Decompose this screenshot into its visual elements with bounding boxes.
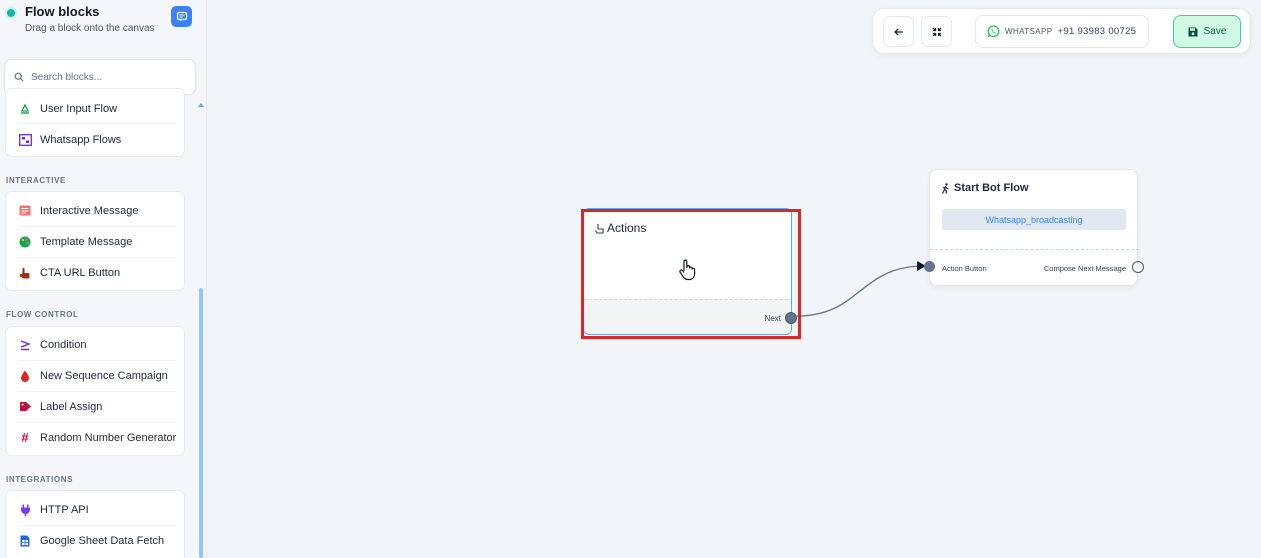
interactive-message-icon [18, 204, 32, 218]
start-node-title: Start Bot Flow [954, 182, 1029, 194]
section-title-integrations: INTEGRATIONS [6, 475, 74, 484]
block-label: Whatsapp Flows [40, 133, 122, 146]
pointer-hand-icon [595, 223, 604, 234]
save-button[interactable]: Save [1173, 15, 1241, 48]
start-node-footer: Action Button Compose Next Message [930, 249, 1139, 287]
search-icon [14, 72, 24, 82]
block-label: Interactive Message [40, 204, 139, 217]
action-button-input-handle[interactable] [924, 261, 935, 272]
block-label: User Input Flow [40, 102, 118, 115]
drop-icon [18, 369, 32, 383]
block-label: Random Number Generator [40, 431, 177, 444]
block-card-general: User Input Flow Whatsapp Flows [5, 88, 185, 157]
block-user-input-flow[interactable]: User Input Flow [6, 93, 186, 124]
spreadsheet-icon [18, 534, 32, 548]
block-label: Google Sheet Data Fetch [40, 534, 165, 547]
chat-icon [176, 11, 187, 21]
block-template-message[interactable]: Template Message [6, 226, 186, 257]
plug-icon [18, 503, 32, 517]
hash-icon: # [21, 430, 29, 445]
sidebar-subtitle: Drag a block onto the canvas [25, 23, 155, 34]
whatsapp-number-pill[interactable]: WHATSAPP +91 93983 00725 [975, 15, 1149, 48]
whatsapp-number: +91 93983 00725 [1057, 26, 1137, 37]
block-random-number-generator[interactable]: # Random Number Generator [6, 422, 186, 453]
running-person-icon [941, 182, 949, 194]
top-toolbar: WHATSAPP +91 93983 00725 Save [872, 8, 1251, 54]
greater-equal-icon [18, 338, 32, 352]
compose-next-message-label: Compose Next Message [1043, 264, 1126, 273]
scrollbar-thumb[interactable] [199, 288, 203, 558]
search-input[interactable] [31, 71, 181, 83]
block-http-api[interactable]: HTTP API [6, 494, 186, 525]
block-label: Template Message [40, 235, 133, 248]
tag-icon [18, 400, 32, 414]
arrow-left-icon [893, 28, 903, 35]
scroll-up-arrow[interactable] [198, 103, 204, 107]
block-label: HTTP API [40, 503, 89, 516]
action-button-input-label: Action Button [942, 264, 987, 273]
block-label: Label Assign [40, 400, 103, 413]
section-title-flow-control: FLOW CONTROL [6, 310, 79, 319]
block-new-sequence-campaign[interactable]: New Sequence Campaign [6, 360, 186, 391]
palette-icon [18, 235, 32, 249]
start-bot-flow-node[interactable]: Start Bot Flow Whatsapp_broadcasting Act… [929, 169, 1139, 287]
block-whatsapp-flows[interactable]: Whatsapp Flows [6, 124, 186, 155]
whatsapp-label: WHATSAPP [1005, 27, 1053, 36]
compress-icon [932, 27, 941, 36]
block-card-integrations: HTTP API Google Sheet Data Fetch [5, 490, 185, 558]
block-card-interactive: Interactive Message Template Message CTA… [5, 191, 185, 291]
hand-cursor-icon [679, 259, 696, 281]
chat-icon-button[interactable] [171, 6, 192, 27]
block-condition[interactable]: Condition [6, 329, 186, 360]
save-button-label: Save [1203, 26, 1227, 37]
floppy-disk-icon [1188, 27, 1198, 36]
next-output-label: Next [764, 314, 781, 323]
block-label: Condition [40, 338, 87, 351]
actions-node[interactable]: Actions Next [583, 208, 792, 335]
broadcast-tag[interactable]: Whatsapp_broadcasting [942, 209, 1126, 230]
block-card-flow-control: Condition New Sequence Campaign Label As… [5, 326, 185, 456]
block-interactive-message[interactable]: Interactive Message [6, 195, 186, 226]
sidebar-title: Flow blocks [25, 4, 100, 19]
compose-next-message-handle[interactable] [1132, 261, 1144, 273]
back-button[interactable] [883, 16, 914, 47]
block-label: New Sequence Campaign [40, 369, 168, 382]
start-node-header: Start Bot Flow [941, 182, 1029, 194]
block-label: CTA URL Button [40, 266, 121, 279]
whatsapp-icon [987, 25, 1000, 38]
user-input-icon [18, 102, 32, 116]
block-google-sheet-data-fetch[interactable]: Google Sheet Data Fetch [6, 525, 186, 556]
block-label-assign[interactable]: Label Assign [6, 391, 186, 422]
next-output-handle[interactable] [785, 312, 797, 324]
section-title-interactive: INTERACTIVE [6, 176, 66, 185]
status-dot [7, 9, 15, 17]
actions-node-header: Actions [594, 221, 646, 235]
actions-node-footer: Next [584, 299, 791, 334]
block-cta-url-button[interactable]: CTA URL Button [6, 257, 186, 288]
sidebar-header: Flow blocks Drag a block onto the canvas [0, 0, 206, 56]
whatsapp-flows-icon [18, 133, 32, 147]
blocks-sidebar: Flow blocks Drag a block onto the canvas… [0, 0, 207, 558]
actions-node-title: Actions [607, 221, 647, 235]
fit-view-button[interactable] [921, 16, 952, 47]
pointer-hand-icon [18, 266, 32, 280]
